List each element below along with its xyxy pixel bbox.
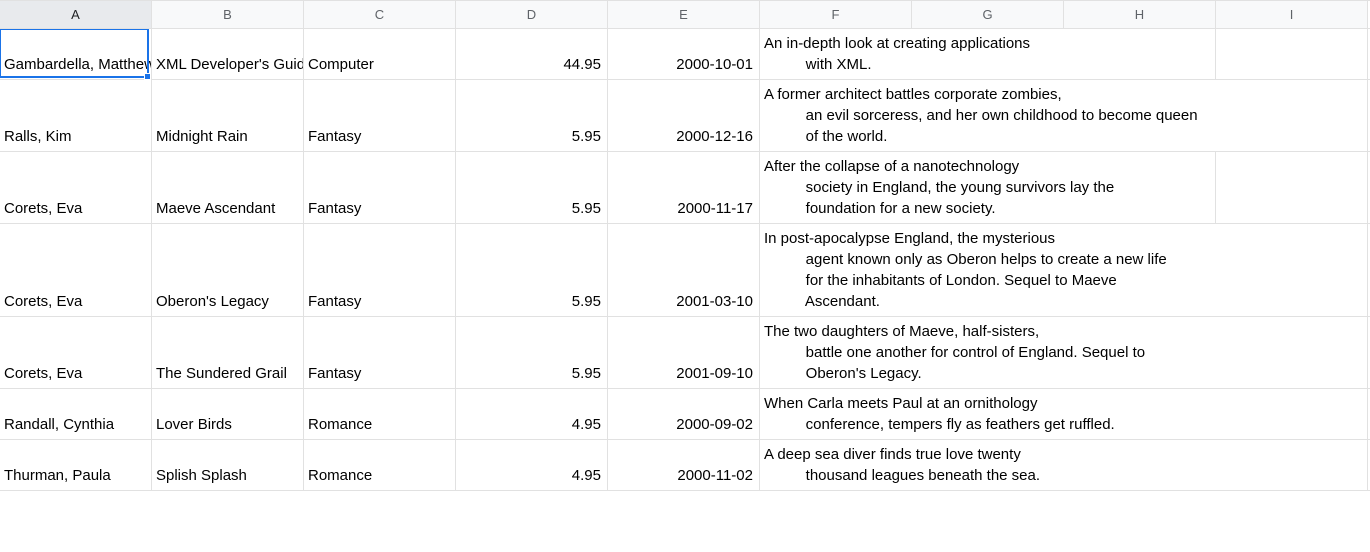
cell-date[interactable]: 2000-09-02: [608, 389, 760, 439]
table-row: Randall, Cynthia Lover Birds Romance 4.9…: [0, 389, 1370, 440]
column-header-i[interactable]: I: [1216, 1, 1368, 28]
cell-date[interactable]: 2001-09-10: [608, 317, 760, 388]
cell-title[interactable]: Midnight Rain: [152, 80, 304, 151]
cell-author[interactable]: Corets, Eva: [0, 317, 152, 388]
table-row: Corets, Eva Oberon's Legacy Fantasy 5.95…: [0, 224, 1370, 317]
spreadsheet[interactable]: A B C D E F G H I Gambardella, Matthew X…: [0, 0, 1370, 552]
table-row: Thurman, Paula Splish Splash Romance 4.9…: [0, 440, 1370, 491]
cell-date[interactable]: 2000-11-17: [608, 152, 760, 223]
cell-desc[interactable]: The two daughters of Maeve, half-sisters…: [760, 317, 912, 388]
cell-empty[interactable]: [1064, 29, 1216, 79]
cell-genre[interactable]: Computer: [304, 29, 456, 79]
cell-genre[interactable]: Fantasy: [304, 317, 456, 388]
cell-title[interactable]: The Sundered Grail: [152, 317, 304, 388]
table-row: Corets, Eva Maeve Ascendant Fantasy 5.95…: [0, 152, 1370, 224]
cell-desc[interactable]: A deep sea diver finds true love twenty …: [760, 440, 912, 490]
cell-genre[interactable]: Romance: [304, 389, 456, 439]
cell-price[interactable]: 4.95: [456, 389, 608, 439]
cell-genre[interactable]: Fantasy: [304, 152, 456, 223]
column-header-a[interactable]: A: [0, 1, 152, 28]
table-row: Corets, Eva The Sundered Grail Fantasy 5…: [0, 317, 1370, 389]
column-header-h[interactable]: H: [1064, 1, 1216, 28]
cell-empty[interactable]: [1216, 29, 1368, 79]
cell-author[interactable]: Ralls, Kim: [0, 80, 152, 151]
cell-empty[interactable]: [1216, 389, 1368, 439]
cell-empty[interactable]: [1216, 224, 1368, 316]
cell-empty[interactable]: [1064, 440, 1216, 490]
cell-author[interactable]: Thurman, Paula: [0, 440, 152, 490]
cell-genre[interactable]: Fantasy: [304, 224, 456, 316]
cell-desc[interactable]: A former architect battles corporate zom…: [760, 80, 912, 151]
cell-author[interactable]: Gambardella, Matthew: [0, 29, 152, 79]
table-row: Gambardella, Matthew XML Developer's Gui…: [0, 29, 1370, 80]
cell-title[interactable]: Lover Birds: [152, 389, 304, 439]
table-row: Ralls, Kim Midnight Rain Fantasy 5.95 20…: [0, 80, 1370, 152]
column-header-d[interactable]: D: [456, 1, 608, 28]
cell-date[interactable]: 2000-11-02: [608, 440, 760, 490]
cell-date[interactable]: 2001-03-10: [608, 224, 760, 316]
cell-price[interactable]: 5.95: [456, 152, 608, 223]
cell-author[interactable]: Corets, Eva: [0, 224, 152, 316]
column-header-g[interactable]: G: [912, 1, 1064, 28]
cell-date[interactable]: 2000-10-01: [608, 29, 760, 79]
column-header-c[interactable]: C: [304, 1, 456, 28]
cell-title[interactable]: Oberon's Legacy: [152, 224, 304, 316]
cell-genre[interactable]: Romance: [304, 440, 456, 490]
column-header-row: A B C D E F G H I: [0, 1, 1370, 29]
cell-title[interactable]: Maeve Ascendant: [152, 152, 304, 223]
cell-empty[interactable]: [1216, 80, 1368, 151]
column-header-b[interactable]: B: [152, 1, 304, 28]
column-header-f[interactable]: F: [760, 1, 912, 28]
cell-desc[interactable]: After the collapse of a nanotechnology s…: [760, 152, 912, 223]
cell-price[interactable]: 5.95: [456, 317, 608, 388]
cell-empty[interactable]: [1216, 317, 1368, 388]
cell-desc[interactable]: In post-apocalypse England, the mysterio…: [760, 224, 912, 316]
cell-desc[interactable]: An in-depth look at creating application…: [760, 29, 912, 79]
cell-desc[interactable]: When Carla meets Paul at an ornithology …: [760, 389, 912, 439]
cell-author[interactable]: Corets, Eva: [0, 152, 152, 223]
cell-price[interactable]: 44.95: [456, 29, 608, 79]
cell-author[interactable]: Randall, Cynthia: [0, 389, 152, 439]
cell-genre[interactable]: Fantasy: [304, 80, 456, 151]
cell-empty[interactable]: [1216, 152, 1368, 223]
cell-price[interactable]: 5.95: [456, 224, 608, 316]
cell-price[interactable]: 4.95: [456, 440, 608, 490]
cell-price[interactable]: 5.95: [456, 80, 608, 151]
cell-title[interactable]: XML Developer's Guide: [152, 29, 304, 79]
cell-date[interactable]: 2000-12-16: [608, 80, 760, 151]
cell-empty[interactable]: [1216, 440, 1368, 490]
column-header-e[interactable]: E: [608, 1, 760, 28]
cell-title[interactable]: Splish Splash: [152, 440, 304, 490]
grid[interactable]: Gambardella, Matthew XML Developer's Gui…: [0, 29, 1370, 552]
